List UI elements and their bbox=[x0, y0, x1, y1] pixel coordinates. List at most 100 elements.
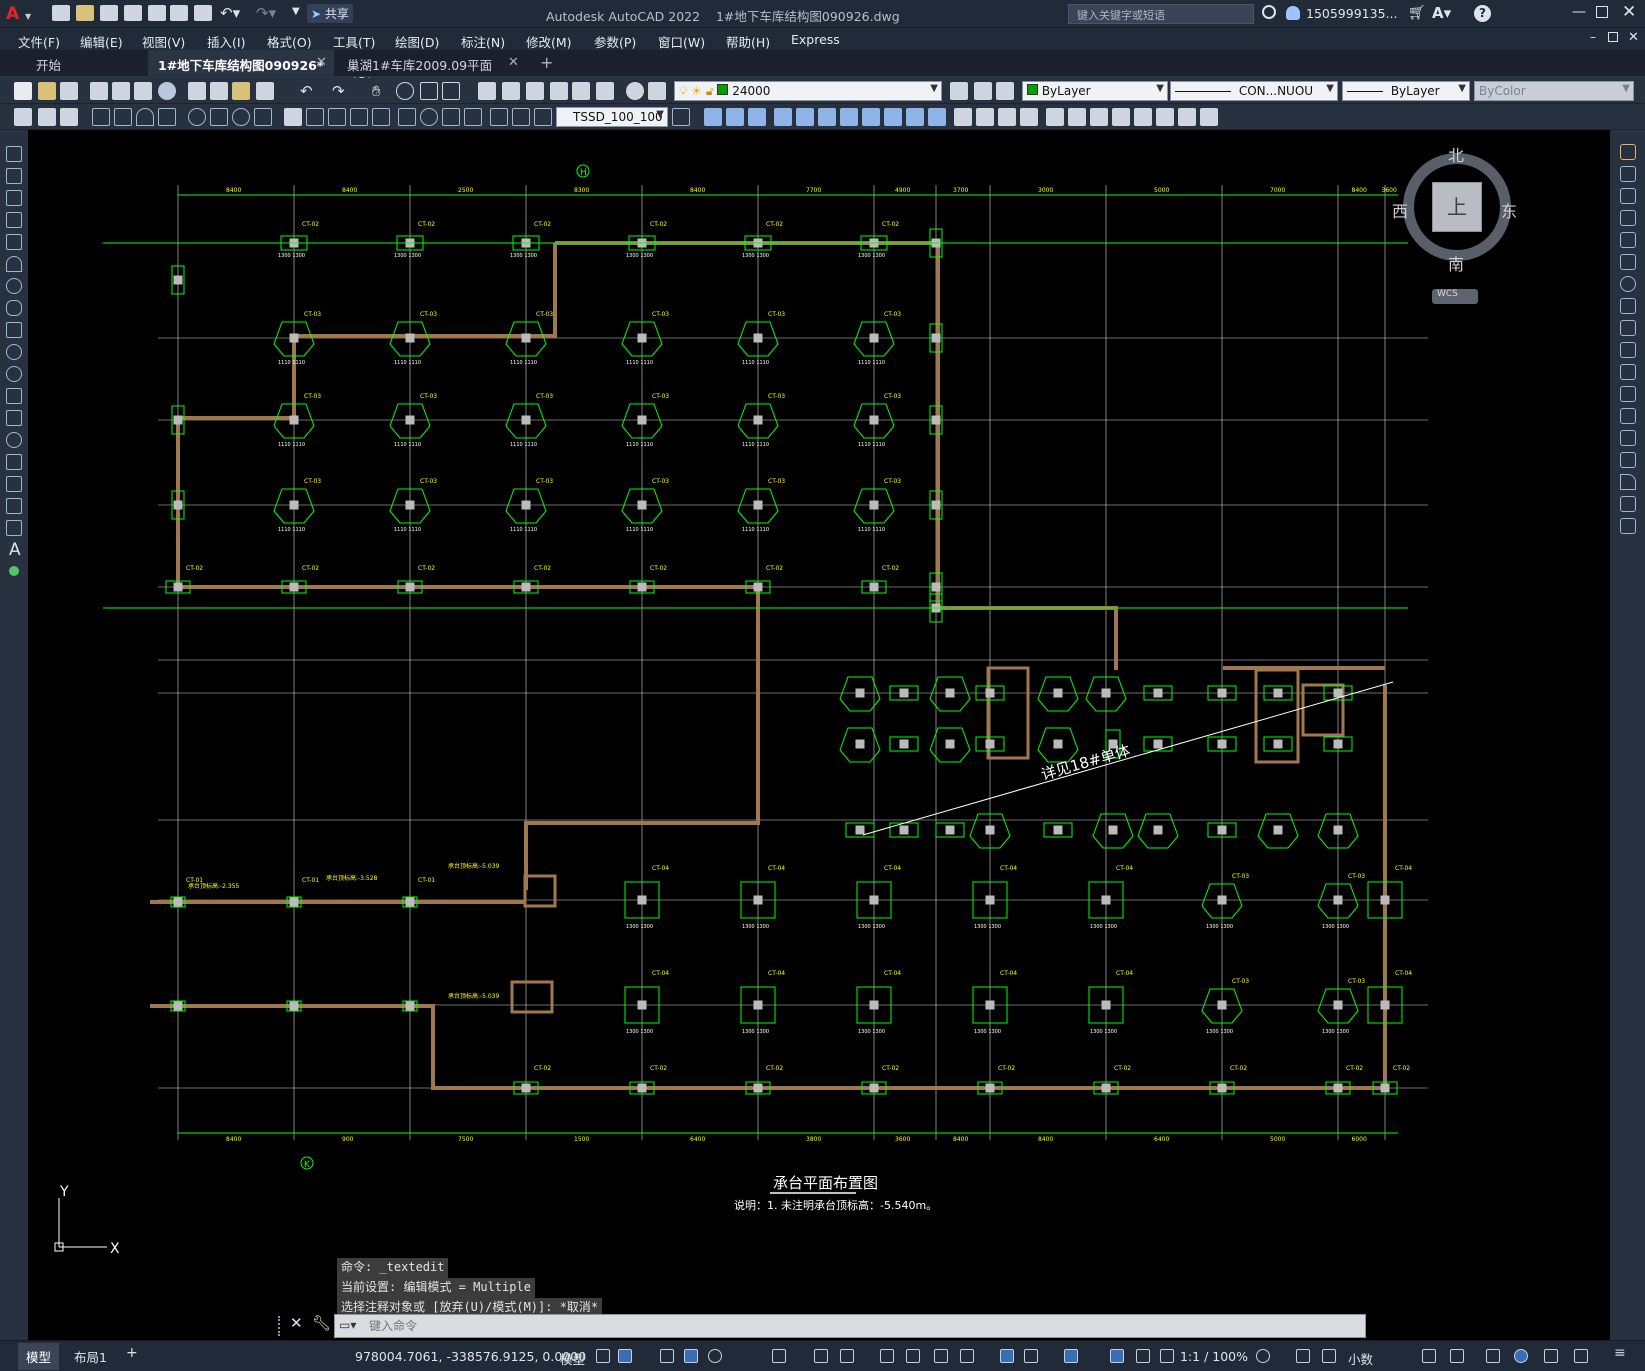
rotate-icon[interactable] bbox=[1620, 276, 1636, 292]
layer-properties-icon[interactable] bbox=[648, 82, 666, 100]
tssd-icon-2[interactable] bbox=[38, 108, 56, 126]
menu-parametric[interactable]: 参数(P) bbox=[594, 32, 636, 51]
view-icon-3[interactable] bbox=[748, 108, 766, 126]
view-icon-2[interactable] bbox=[726, 108, 744, 126]
center-mark-icon[interactable] bbox=[420, 108, 438, 126]
color-dropdown[interactable]: ByLayer ▼ bbox=[1022, 81, 1168, 101]
dim-text-edit-icon[interactable] bbox=[512, 108, 530, 126]
line-icon[interactable] bbox=[6, 146, 22, 162]
inspect-icon[interactable] bbox=[442, 108, 460, 126]
doc-close-icon[interactable]: ✕ bbox=[1628, 30, 1639, 45]
view-icon-11[interactable] bbox=[928, 108, 946, 126]
save-icon[interactable] bbox=[60, 82, 78, 100]
fullscreen-icon[interactable] bbox=[1574, 1349, 1588, 1363]
spline-icon[interactable] bbox=[6, 322, 22, 338]
blend-icon[interactable] bbox=[1620, 496, 1636, 512]
linear-dim-icon[interactable] bbox=[92, 108, 110, 126]
text-style-dropdown[interactable]: TSSD_100_100 ▼ bbox=[556, 107, 668, 127]
workspace-icon[interactable] bbox=[1256, 1349, 1270, 1363]
move-icon[interactable] bbox=[1620, 254, 1636, 270]
viewcube-top-face[interactable]: 上 bbox=[1432, 182, 1482, 232]
paste-icon[interactable] bbox=[232, 82, 250, 100]
drawing-viewport[interactable]: 8400 8400 2500 8300 8400 7700 4900 3700 3000 5000… bbox=[28, 130, 1610, 1340]
annotation-monitor-icon[interactable] bbox=[1296, 1349, 1310, 1363]
view-icon-21[interactable] bbox=[1156, 108, 1174, 126]
minimize-button[interactable]: — bbox=[1572, 4, 1586, 20]
viewcube[interactable]: 上 北 南 西 东 bbox=[1392, 138, 1518, 278]
print-icon[interactable] bbox=[90, 82, 108, 100]
publish-icon[interactable] bbox=[148, 5, 166, 21]
hatch-icon[interactable] bbox=[6, 454, 22, 470]
autodesk-app-icon[interactable]: A▾ bbox=[1432, 4, 1451, 22]
lineweight-icon[interactable] bbox=[880, 1349, 894, 1363]
plot-preview-icon[interactable] bbox=[112, 82, 130, 100]
view-icon-13[interactable] bbox=[976, 108, 994, 126]
auto-scale-icon[interactable] bbox=[1136, 1349, 1150, 1363]
properties-icon[interactable] bbox=[478, 82, 496, 100]
tssd-icon-3[interactable] bbox=[60, 108, 78, 126]
help-button[interactable]: ? bbox=[1474, 5, 1491, 22]
publish-icon[interactable] bbox=[134, 82, 152, 100]
lineweight-dropdown[interactable]: ByLayer ▼ bbox=[1342, 81, 1470, 101]
diameter-dim-icon[interactable] bbox=[232, 108, 250, 126]
radius-dim-icon[interactable] bbox=[188, 108, 206, 126]
view-icon-9[interactable] bbox=[884, 108, 902, 126]
zoom-window-icon[interactable] bbox=[420, 82, 438, 100]
jogged-linear-icon[interactable] bbox=[464, 108, 482, 126]
command-prompt-icon[interactable]: ▭▾ bbox=[339, 1318, 356, 1332]
view-icon-17[interactable] bbox=[1068, 108, 1086, 126]
table-icon[interactable] bbox=[6, 520, 22, 536]
menu-draw[interactable]: 绘图(D) bbox=[395, 32, 439, 51]
tab-start[interactable]: 开始 bbox=[18, 50, 148, 76]
view-icon-19[interactable] bbox=[1112, 108, 1130, 126]
baseline-dim-icon[interactable] bbox=[306, 108, 324, 126]
doc-minimize-icon[interactable]: – bbox=[1590, 30, 1596, 44]
view-icon-7[interactable] bbox=[840, 108, 858, 126]
units-value[interactable]: 小数 bbox=[1348, 1349, 1373, 1368]
selection-filter-icon[interactable] bbox=[1024, 1349, 1038, 1363]
menu-modify[interactable]: 修改(M) bbox=[526, 32, 572, 51]
dim-break-icon[interactable] bbox=[372, 108, 390, 126]
view-icon-14[interactable] bbox=[998, 108, 1016, 126]
maximize-button[interactable] bbox=[1596, 6, 1608, 18]
layout1-tab[interactable]: 布局1 bbox=[66, 1343, 115, 1370]
match-properties-icon[interactable] bbox=[256, 82, 274, 100]
array-icon[interactable] bbox=[1620, 232, 1636, 248]
zoom-realtime-icon[interactable] bbox=[396, 82, 414, 100]
region-icon[interactable] bbox=[6, 498, 22, 514]
insert-block-icon[interactable] bbox=[6, 388, 22, 404]
layer-dropdown[interactable]: 💡︎ ☀ 🔓︎ 24000 ▼ bbox=[674, 81, 942, 101]
angular-dim-icon[interactable] bbox=[254, 108, 272, 126]
customization-icon[interactable]: ≡ bbox=[1614, 1345, 1628, 1361]
gizmo-icon[interactable] bbox=[1064, 1349, 1078, 1363]
circle-icon[interactable] bbox=[6, 278, 22, 294]
polyline-icon[interactable] bbox=[6, 190, 22, 206]
transparency-icon[interactable] bbox=[906, 1349, 920, 1363]
coordinate-readout[interactable]: 978004.7061, -338576.9125, 0.0000 bbox=[355, 1349, 586, 1364]
compass-south[interactable]: 南 bbox=[1448, 251, 1464, 275]
compass-north[interactable]: 北 bbox=[1448, 142, 1464, 166]
erase-icon[interactable] bbox=[1620, 144, 1636, 160]
view-icon-4[interactable] bbox=[774, 108, 792, 126]
break-icon[interactable] bbox=[1620, 408, 1636, 424]
snap-mode-icon[interactable] bbox=[618, 1349, 632, 1363]
search-icon[interactable] bbox=[1262, 5, 1276, 19]
add-selected-icon[interactable] bbox=[9, 566, 19, 576]
compass-west[interactable]: 西 bbox=[1392, 198, 1408, 222]
view-icon-12[interactable] bbox=[954, 108, 972, 126]
plot-preview-icon[interactable] bbox=[170, 5, 188, 21]
dim-space-icon[interactable] bbox=[350, 108, 368, 126]
tab-close-icon[interactable]: ✕ bbox=[508, 55, 519, 70]
view-icon-5[interactable] bbox=[796, 108, 814, 126]
help-icon[interactable] bbox=[626, 82, 644, 100]
close-button[interactable]: ✕ bbox=[1622, 2, 1636, 22]
extend-icon[interactable] bbox=[1620, 364, 1636, 380]
revision-cloud-icon[interactable] bbox=[6, 300, 22, 316]
menu-file[interactable]: 文件(F) bbox=[18, 32, 60, 51]
view-icon-16[interactable] bbox=[1046, 108, 1064, 126]
tab-drawing-active[interactable]: 1#地下车库结构图090926* bbox=[148, 50, 334, 76]
menu-insert[interactable]: 插入(I) bbox=[207, 32, 245, 51]
menu-window[interactable]: 窗口(W) bbox=[658, 32, 705, 51]
menu-format[interactable]: 格式(O) bbox=[267, 32, 312, 51]
mirror-icon[interactable] bbox=[1620, 188, 1636, 204]
